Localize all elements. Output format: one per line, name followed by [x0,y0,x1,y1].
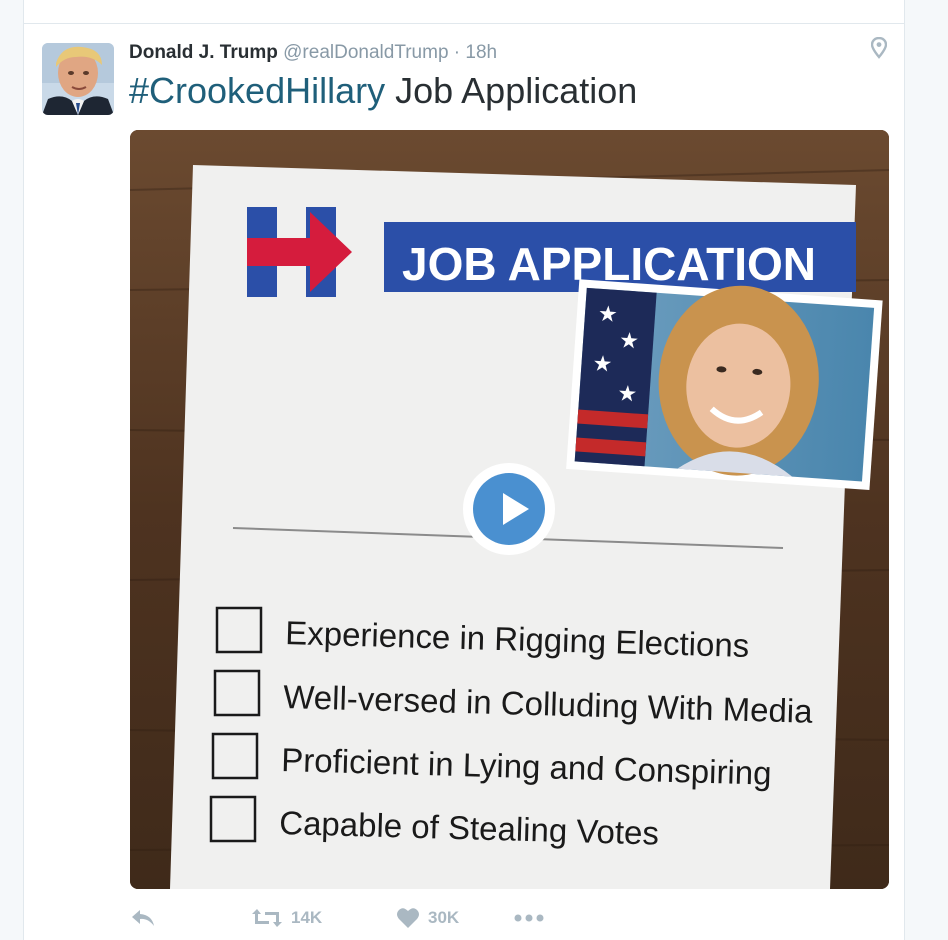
previous-retweet-icon [254,0,274,2]
tweet-header: Donald J. Trump @realDonaldTrump · 18h [129,42,497,64]
tweet-stream: Donald J. Trump @realDonaldTrump · 18h #… [23,0,905,940]
like-count: 30K [428,908,460,927]
svg-text:★: ★ [597,302,618,328]
more-icon [514,914,544,922]
author-name[interactable]: Donald J. Trump [129,42,278,63]
heart-icon [397,908,419,928]
more-button[interactable] [514,903,544,933]
like-button[interactable]: 30K [396,903,459,933]
tweet-actions: 14K 30K [130,903,630,933]
video-player[interactable]: JOB APPLICATION ★ ★ ★ ★ Experience in Ri… [130,130,889,889]
location-pin-icon[interactable] [871,37,887,59]
avatar-image [42,43,114,115]
svg-text:★: ★ [618,328,639,354]
previous-heart-icon [376,0,396,2]
tweet-text: #CrookedHillary Job Application [129,70,637,112]
play-icon [473,473,545,545]
retweet-icon [252,909,282,927]
previous-tweet-edge [24,0,904,24]
author-handle[interactable]: @realDonaldTrump [283,42,448,63]
retweet-count: 14K [291,908,323,927]
play-button[interactable] [463,463,555,555]
reply-button[interactable] [130,903,156,933]
candidate-photo: ★ ★ ★ ★ [566,279,883,491]
hashtag-link[interactable]: #CrookedHillary [129,70,385,111]
tweet-timestamp[interactable]: 18h [465,42,497,63]
retweet-button[interactable]: 14K [251,903,322,933]
reply-icon [132,910,154,926]
avatar[interactable] [42,43,114,115]
tweet-body-text: Job Application [385,70,638,111]
svg-text:★: ★ [617,381,638,407]
header-separator: · [453,42,461,63]
svg-text:★: ★ [592,351,613,377]
